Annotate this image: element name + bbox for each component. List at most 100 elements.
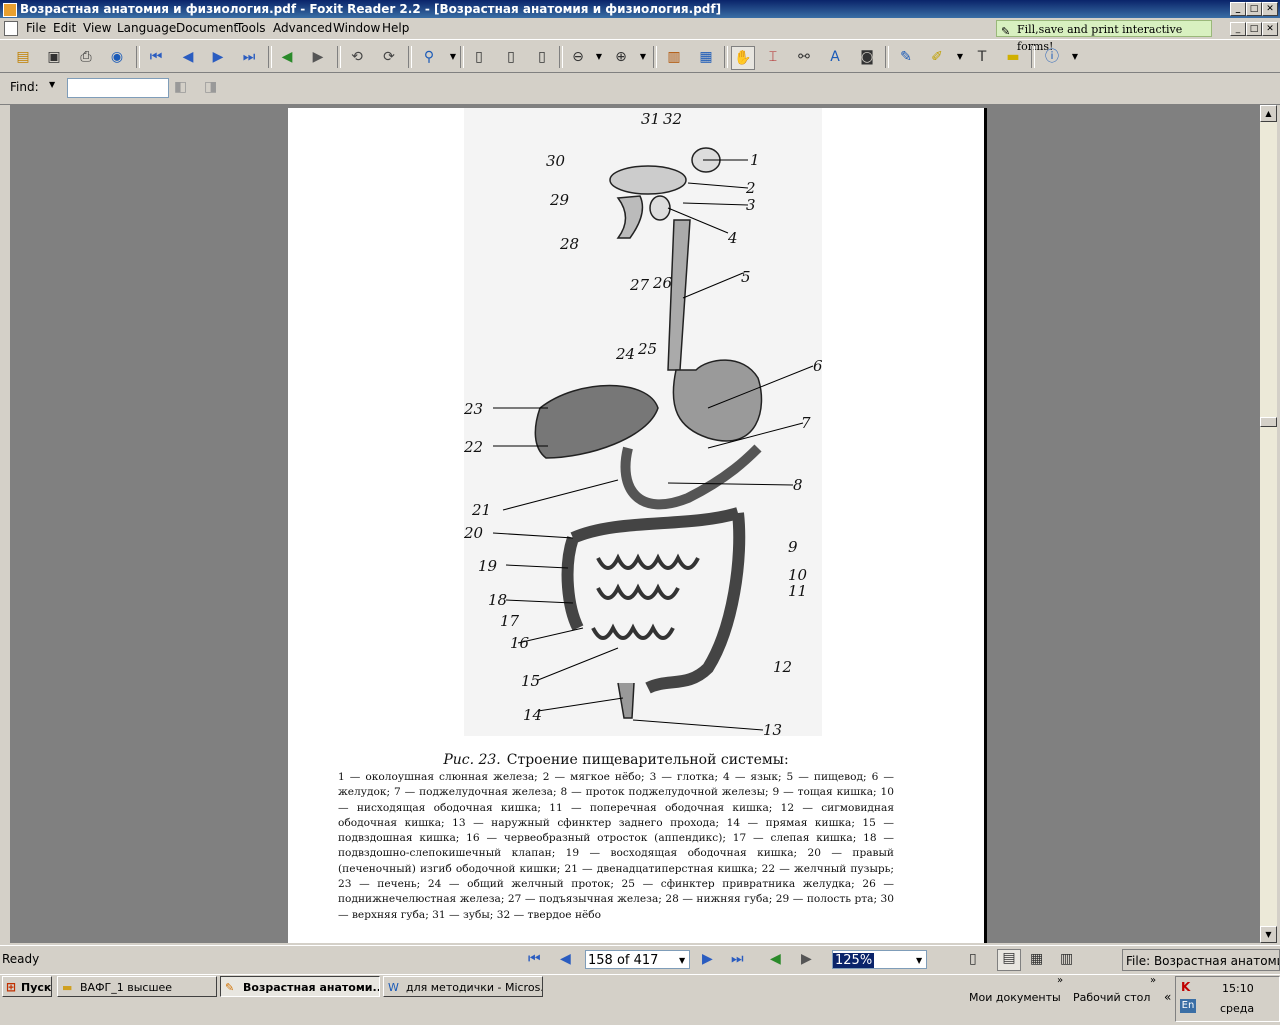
info-icon[interactable]: ⓘ (1041, 46, 1063, 68)
find-next-icon[interactable]: ◨ (204, 79, 217, 95)
status-last-page-icon[interactable]: ⏭ (731, 951, 744, 967)
promo-banner[interactable]: ✎ Fill,save and print interactive forms! (996, 20, 1212, 53)
menu-document[interactable]: Document (176, 21, 238, 35)
chevron-left-icon[interactable]: « (1164, 990, 1171, 1004)
status-next-page-icon[interactable]: ▶ (702, 951, 713, 967)
zoom-level-dropdown-icon[interactable]: ▼ (916, 951, 922, 970)
status-forward-icon[interactable]: ▶ (801, 951, 812, 967)
find-input[interactable] (67, 78, 169, 98)
menu-advanced[interactable]: Advanced (273, 21, 332, 35)
start-label: Пуск (21, 981, 52, 994)
taskbar-item-word[interactable]: W для методички - Micros... (383, 976, 543, 997)
page-dropdown-icon[interactable]: ▼ (679, 951, 685, 970)
menu-language[interactable]: Language (117, 21, 176, 35)
status-prev-page-icon[interactable]: ◀ (560, 951, 571, 967)
scroll-thumb[interactable] (1260, 417, 1277, 427)
find-prev-icon[interactable]: ◧ (174, 79, 187, 95)
figure-label: 20 (463, 524, 484, 542)
email-icon[interactable]: ◉ (106, 46, 128, 68)
figure-label: 9 (788, 538, 798, 556)
zoom-in-dropdown-icon[interactable]: ▼ (632, 46, 654, 68)
continuous-page-icon[interactable]: ▤ (997, 949, 1021, 971)
text-tool-icon[interactable]: T (971, 46, 993, 68)
highlight-icon[interactable]: ✐ (926, 46, 948, 68)
scroll-down-icon[interactable]: ▼ (1260, 926, 1277, 943)
note-icon[interactable]: ▬ (1002, 46, 1024, 68)
figure-label: 31 (641, 110, 660, 128)
caption-body: 1 — околоушная слюнная железа; 2 — мягко… (338, 771, 894, 921)
doc-minimize-button[interactable]: _ (1230, 22, 1246, 36)
highlight-dropdown-icon[interactable]: ▼ (949, 46, 971, 68)
windows-logo-icon: ⊞ (6, 980, 17, 994)
status-first-page-icon[interactable]: ⏮ (528, 951, 541, 967)
chevron-right-icon[interactable]: » (1057, 975, 1063, 986)
chevron-right-icon[interactable]: » (1150, 975, 1156, 986)
continuous-facing-icon[interactable]: ▥ (1060, 951, 1073, 967)
zoom-value: 125% (833, 953, 875, 968)
forward-icon[interactable]: ▶ (307, 46, 329, 68)
open-icon[interactable]: ▤ (12, 46, 34, 68)
side-panel-handle[interactable] (0, 105, 10, 943)
zoom-input[interactable]: 125% ▼ (832, 950, 927, 969)
edit-icon[interactable]: ✎ (895, 46, 917, 68)
typewriter-icon[interactable]: A (824, 46, 846, 68)
menu-help[interactable]: Help (382, 21, 409, 35)
menu-view[interactable]: View (83, 21, 111, 35)
taskbar-item-folder[interactable]: ▬ ВАФГ_1 высшее (57, 976, 217, 997)
language-indicator[interactable]: En (1180, 999, 1196, 1013)
facing-page-icon[interactable]: ▦ (1030, 951, 1043, 967)
menu-window[interactable]: Window (333, 21, 380, 35)
close-button[interactable]: ✕ (1262, 2, 1278, 16)
rotate-left-icon[interactable]: ⟲ (346, 46, 368, 68)
figure-label: 22 (463, 438, 483, 456)
thumbnail-icon[interactable]: ▦ (695, 46, 717, 68)
start-button[interactable]: ⊞ Пуск (2, 976, 52, 997)
menu-file[interactable]: File (26, 21, 46, 35)
maximize-button[interactable]: □ (1246, 2, 1262, 16)
minimize-button[interactable]: _ (1230, 2, 1246, 16)
page-actual-icon[interactable]: ▯ (531, 46, 553, 68)
single-page-icon[interactable]: ▯ (969, 951, 977, 967)
figure-label: 27 (629, 276, 650, 294)
zoom-out-icon[interactable]: ⊖ (567, 46, 589, 68)
hand-icon[interactable]: ✋ (731, 46, 755, 70)
quicklink-my-documents[interactable]: Мои документы (969, 991, 1061, 1004)
quicklink-desktop[interactable]: Рабочий стол (1073, 991, 1150, 1004)
figure-label: 24 (615, 345, 635, 363)
snapshot-icon[interactable]: ◙ (856, 46, 878, 68)
find-binoculars-icon[interactable]: ⚯ (793, 46, 815, 68)
find-dropdown-icon[interactable]: ▼ (49, 80, 55, 89)
scroll-up-icon[interactable]: ▲ (1260, 105, 1277, 122)
window-title: Возрастная анатомия и физиология.pdf - F… (20, 2, 722, 16)
first-page-icon[interactable]: ⏮ (145, 46, 167, 68)
zoom-out-dropdown-icon[interactable]: ▼ (588, 46, 610, 68)
page-number-input[interactable]: 158 of 417 ▼ (585, 950, 690, 969)
document-icon (4, 21, 18, 36)
figure-label: 16 (510, 634, 530, 652)
info-dropdown-icon[interactable]: ▼ (1064, 46, 1086, 68)
zoom-icon[interactable]: ⚲ (418, 46, 440, 68)
save-icon[interactable]: ▣ (43, 46, 65, 68)
bookmark-icon[interactable]: ▥ (663, 46, 685, 68)
page-fit-icon[interactable]: ▯ (468, 46, 490, 68)
app-icon (3, 3, 17, 17)
menu-edit[interactable]: Edit (53, 21, 76, 35)
doc-restore-button[interactable]: □ (1246, 22, 1262, 36)
status-back-icon[interactable]: ◀ (770, 951, 781, 967)
page-number-value: 158 of 417 (588, 953, 659, 968)
back-icon[interactable]: ◀ (276, 46, 298, 68)
doc-close-button[interactable]: ✕ (1262, 22, 1278, 36)
clock-time[interactable]: 15:10 (1222, 982, 1254, 995)
rotate-right-icon[interactable]: ⟳ (378, 46, 400, 68)
prev-page-icon[interactable]: ◀ (177, 46, 199, 68)
page-width-icon[interactable]: ▯ (500, 46, 522, 68)
menu-tools[interactable]: Tools (236, 21, 266, 35)
vertical-scrollbar[interactable]: ▲ ▼ (1260, 105, 1277, 943)
print-icon[interactable]: ⎙ (75, 46, 97, 68)
taskbar-item-foxit[interactable]: ✎ Возрастная анатоми... (220, 976, 380, 997)
next-page-icon[interactable]: ▶ (207, 46, 229, 68)
zoom-in-icon[interactable]: ⊕ (610, 46, 632, 68)
last-page-icon[interactable]: ⏭ (238, 46, 260, 68)
text-select-icon[interactable]: ⌶ (762, 46, 784, 68)
antivirus-icon[interactable]: K (1181, 980, 1190, 994)
